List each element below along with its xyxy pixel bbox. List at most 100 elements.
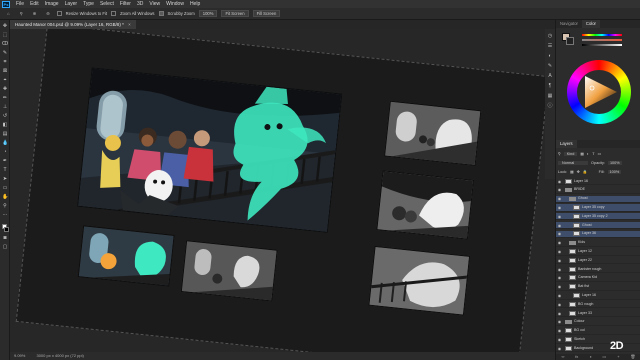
lasso-tool-icon[interactable]: ↀ	[2, 42, 8, 47]
saturation-slider[interactable]	[582, 39, 622, 41]
zoom-100-button[interactable]: 100%	[198, 10, 218, 17]
layer-row[interactable]: ◉ Layer 36	[556, 230, 640, 238]
menu-filter[interactable]: Filter	[117, 1, 134, 7]
history-panel-icon[interactable]: ◷	[547, 33, 553, 39]
visibility-eye-icon[interactable]: ◉	[556, 186, 563, 193]
brush-tool-icon[interactable]: ✏	[2, 96, 8, 101]
zoom-in-icon[interactable]: ⊕	[30, 10, 40, 17]
layer-row[interactable]: ◉ Background	[556, 345, 640, 353]
info-panel-icon[interactable]: ⓘ	[547, 103, 553, 109]
add-mask-icon[interactable]: ◑	[589, 354, 591, 360]
fill-screen-button[interactable]: Fill Screen	[252, 10, 281, 17]
eyedropper-tool-icon[interactable]: ⌖	[2, 78, 8, 83]
quick-mask-icon[interactable]: ◙	[2, 236, 8, 241]
layer-row[interactable]: ◉ BRIDE	[556, 187, 640, 194]
tab-navigator[interactable]: Navigator	[556, 20, 582, 28]
menu-window[interactable]: Window	[163, 1, 187, 7]
pen-tool-icon[interactable]: ✒	[2, 159, 8, 164]
delete-layer-icon[interactable]: 🗑	[630, 354, 635, 360]
healing-tool-icon[interactable]: ✚	[2, 87, 8, 92]
layer-row[interactable]: ◉ BG col	[556, 328, 640, 335]
history-brush-tool-icon[interactable]: ↺	[2, 114, 8, 119]
brightness-slider[interactable]	[582, 44, 622, 46]
screen-mode-icon[interactable]: ▢	[2, 245, 8, 250]
visibility-eye-icon[interactable]: ◉	[556, 195, 563, 202]
lock-position-icon[interactable]: ✥	[577, 169, 580, 174]
document-tab[interactable]: Haunted Manor 004.psd @ 9.09% (Layer 16,…	[10, 20, 136, 29]
menu-help[interactable]: Help	[187, 1, 203, 7]
layer-row[interactable]: ◉ Bat fist	[556, 284, 640, 291]
document-canvas[interactable]	[15, 29, 550, 352]
layer-row[interactable]: ◉ Layer 35 copy 2	[556, 213, 640, 221]
visibility-eye-icon[interactable]: ◉	[556, 266, 563, 273]
color-wheel[interactable]	[567, 60, 631, 124]
visibility-eye-icon[interactable]: ◉	[556, 345, 563, 352]
layer-row[interactable]: ◉ Layer 33	[556, 310, 640, 318]
gradient-tool-icon[interactable]: ▤	[2, 132, 8, 137]
new-layer-icon[interactable]: +	[617, 354, 619, 360]
type-tool-icon[interactable]: T	[2, 168, 8, 173]
layer-row[interactable]: ◉ Layer 22	[556, 257, 640, 265]
hand-tool-icon[interactable]: ✋	[2, 195, 8, 200]
color-triangle[interactable]	[567, 60, 631, 124]
fit-screen-button[interactable]: Fit Screen	[221, 10, 249, 17]
tab-layers[interactable]: Layers	[556, 140, 577, 148]
canvas-area[interactable]	[10, 29, 555, 352]
layer-row[interactable]: ◉ Layer 16	[556, 178, 640, 186]
crop-tool-icon[interactable]: ⌗	[2, 60, 8, 65]
visibility-eye-icon[interactable]: ◉	[556, 318, 563, 325]
layer-row[interactable]: ◉ Ghost	[556, 222, 640, 230]
menu-layer[interactable]: Layer	[62, 1, 81, 7]
visibility-eye-icon[interactable]: ◉	[556, 283, 563, 290]
marquee-tool-icon[interactable]: ⬚	[2, 33, 8, 38]
link-layers-icon[interactable]: ∞	[561, 354, 564, 360]
visibility-eye-icon[interactable]: ◉	[556, 301, 563, 308]
stamp-tool-icon[interactable]: ⊥	[2, 105, 8, 110]
menu-image[interactable]: Image	[42, 1, 62, 7]
filter-shape-icon[interactable]: ▭	[598, 151, 602, 156]
layer-row[interactable]: ◉ BG rough	[556, 301, 640, 309]
layer-row[interactable]: ◉ Kids	[556, 240, 640, 247]
lock-pixels-icon[interactable]: ▦	[570, 169, 574, 174]
close-tab-icon[interactable]: ×	[128, 22, 131, 27]
background-color-swatch[interactable]	[4, 227, 9, 232]
brush-settings-icon[interactable]: ✎	[547, 63, 553, 69]
layer-style-icon[interactable]: fx	[575, 354, 578, 360]
visibility-eye-icon[interactable]: ◉	[556, 239, 563, 246]
opacity-input[interactable]: 100%	[607, 160, 622, 165]
color-swatch-secondary[interactable]	[566, 37, 574, 45]
character-panel-icon[interactable]: A	[547, 73, 553, 79]
menu-select[interactable]: Select	[97, 1, 117, 7]
visibility-eye-icon[interactable]: ◉	[556, 274, 563, 281]
photoshop-logo-icon[interactable]: Ps	[2, 0, 10, 8]
menu-edit[interactable]: Edit	[27, 1, 42, 7]
scrubby-zoom-checkbox[interactable]	[158, 11, 164, 16]
menu-type[interactable]: Type	[80, 1, 97, 7]
quick-select-tool-icon[interactable]: ✎	[2, 51, 8, 56]
layer-row[interactable]: ◉ Layer 12	[556, 248, 640, 256]
move-tool-icon[interactable]: ✥	[2, 24, 8, 29]
shape-tool-icon[interactable]: ▭	[2, 186, 8, 191]
new-group-icon[interactable]: ▭	[603, 354, 607, 360]
blur-tool-icon[interactable]: 💧	[2, 141, 8, 146]
menu-3d[interactable]: 3D	[134, 1, 146, 7]
filter-search-icon[interactable]: ⚲	[558, 151, 561, 156]
filter-pixel-icon[interactable]: ▦	[580, 151, 584, 156]
visibility-eye-icon[interactable]: ◉	[556, 222, 563, 229]
zoom-tool-icon[interactable]: ⚲	[2, 204, 8, 209]
filter-kind-select[interactable]: Kind	[563, 151, 578, 156]
layer-row[interactable]: ◉ Sketch	[556, 336, 640, 344]
visibility-eye-icon[interactable]: ◉	[556, 204, 563, 211]
visibility-eye-icon[interactable]: ◉	[556, 248, 563, 255]
filter-adjustment-icon[interactable]: ◐	[587, 152, 589, 156]
fill-input[interactable]: 100%	[607, 169, 622, 174]
visibility-eye-icon[interactable]: ◉	[556, 257, 563, 264]
frame-tool-icon[interactable]: ⊠	[2, 69, 8, 74]
lock-all-icon[interactable]: 🔒	[583, 169, 588, 174]
visibility-eye-icon[interactable]: ◉	[556, 230, 563, 237]
home-icon[interactable]: ⌂	[4, 10, 13, 17]
tab-color[interactable]: Color	[581, 20, 600, 28]
menu-view[interactable]: View	[146, 1, 163, 7]
zoom-all-checkbox[interactable]	[111, 11, 117, 16]
zoom-tool-icon[interactable]: ⚲	[17, 10, 26, 17]
